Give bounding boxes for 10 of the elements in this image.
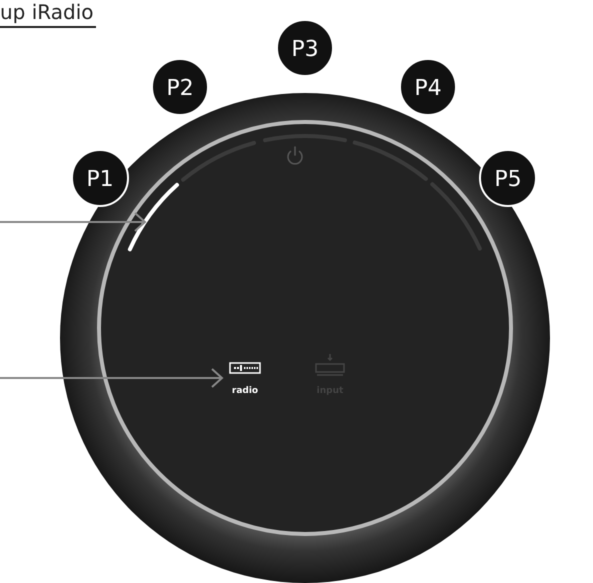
preset-button[interactable]: P2 bbox=[151, 58, 209, 116]
radio-icon[interactable] bbox=[229, 362, 261, 374]
preset-button[interactable]: P5 bbox=[479, 149, 537, 207]
input-icon[interactable] bbox=[315, 353, 345, 376]
power-icon[interactable] bbox=[287, 146, 303, 165]
preset-button[interactable]: P4 bbox=[399, 58, 457, 116]
source-label: radio bbox=[232, 386, 258, 396]
preset-button[interactable]: P3 bbox=[276, 19, 334, 77]
preset-button[interactable]: P1 bbox=[71, 149, 129, 207]
heading-link[interactable]: up iRadio bbox=[0, 0, 96, 28]
